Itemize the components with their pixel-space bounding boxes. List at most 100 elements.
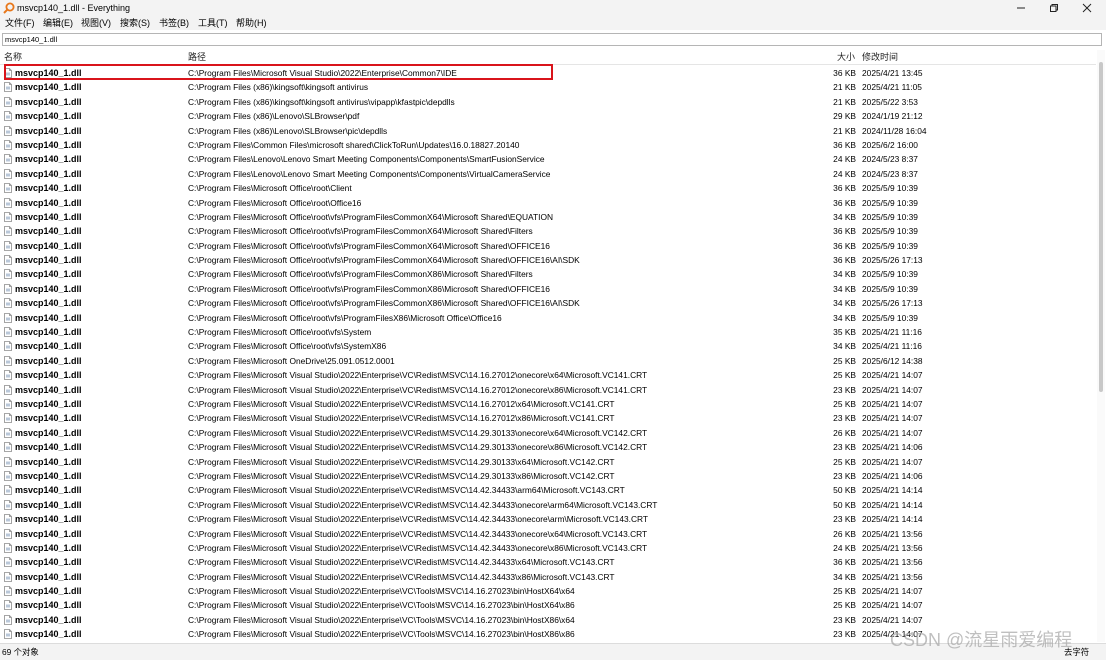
- file-size: 23 KB: [833, 514, 856, 525]
- file-path: C:\Program Files\Microsoft Visual Studio…: [188, 629, 575, 640]
- file-name: msvcp140_1.dll: [15, 82, 82, 93]
- table-row[interactable]: msvcp140_1.dll C:\Program Files\Microsoft…: [0, 512, 1096, 526]
- table-row[interactable]: msvcp140_1.dll C:\Program Files\Microsoft…: [0, 397, 1096, 411]
- close-button[interactable]: [1071, 0, 1103, 16]
- file-name: msvcp140_1.dll: [15, 629, 82, 640]
- file-modified: 2025/4/21 11:16: [862, 341, 922, 352]
- file-size: 36 KB: [833, 557, 856, 568]
- file-size: 36 KB: [833, 197, 856, 208]
- table-row[interactable]: msvcp140_1.dll C:\Program Files\Microsoft…: [0, 555, 1096, 569]
- table-row[interactable]: msvcp140_1.dll C:\Program Files\Microsoft…: [0, 239, 1096, 253]
- table-row[interactable]: msvcp140_1.dll C:\Program Files\Microsoft…: [0, 527, 1096, 541]
- table-row[interactable]: msvcp140_1.dll C:\Program Files\Microsoft…: [0, 181, 1096, 195]
- table-row[interactable]: msvcp140_1.dll C:\Program Files\Microsoft…: [0, 267, 1096, 281]
- menu-file[interactable]: 文件(F): [5, 17, 35, 29]
- table-row[interactable]: msvcp140_1.dll C:\Program Files\Microsoft…: [0, 598, 1096, 612]
- dll-file-icon: [4, 283, 12, 294]
- table-row[interactable]: msvcp140_1.dll C:\Program Files\Lenovo\Le…: [0, 167, 1096, 181]
- file-path: C:\Program Files\Microsoft Visual Studio…: [188, 398, 615, 409]
- table-row[interactable]: msvcp140_1.dll C:\Program Files (x86)\kin…: [0, 80, 1096, 94]
- column-header-path[interactable]: 路径: [188, 52, 206, 62]
- table-row[interactable]: msvcp140_1.dll C:\Program Files\Microsoft…: [0, 368, 1096, 382]
- file-name: msvcp140_1.dll: [15, 211, 82, 222]
- table-row[interactable]: msvcp140_1.dll C:\Program Files\Microsoft…: [0, 339, 1096, 353]
- table-row[interactable]: msvcp140_1.dll C:\Program Files\Microsoft…: [0, 282, 1096, 296]
- file-modified: 2025/4/21 14:07: [862, 427, 923, 438]
- file-name: msvcp140_1.dll: [15, 442, 82, 453]
- table-row[interactable]: msvcp140_1.dll C:\Program Files\Microsoft…: [0, 541, 1096, 555]
- table-row[interactable]: msvcp140_1.dll C:\Program Files\Microsoft…: [0, 411, 1096, 425]
- menu-tools[interactable]: 工具(T): [198, 17, 228, 29]
- file-modified: 2025/4/21 13:45: [862, 68, 923, 78]
- dll-file-icon: [4, 154, 12, 165]
- file-size: 25 KB: [833, 600, 856, 611]
- dll-file-icon: [4, 370, 12, 381]
- table-row[interactable]: msvcp140_1.dll C:\Program Files\Microsoft…: [0, 440, 1096, 454]
- column-header-modified[interactable]: 修改时间: [862, 52, 898, 62]
- menu-bar: 文件(F) 编辑(E) 视图(V) 搜索(S) 书签(B) 工具(T) 帮助(H…: [0, 16, 1106, 30]
- file-modified: 2025/6/2 16:00: [862, 139, 918, 150]
- file-name: msvcp140_1.dll: [15, 514, 82, 525]
- column-header-name[interactable]: 名称: [4, 52, 22, 62]
- table-row[interactable]: msvcp140_1.dll C:\Program Files (x86)\Len…: [0, 109, 1096, 123]
- menu-view[interactable]: 视图(V): [81, 17, 111, 29]
- maximize-button[interactable]: [1038, 0, 1070, 16]
- file-modified: 2025/5/9 10:39: [862, 197, 918, 208]
- dll-file-icon: [4, 614, 12, 625]
- table-row[interactable]: msvcp140_1.dll C:\Program Files\Microsoft…: [0, 210, 1096, 224]
- table-row[interactable]: msvcp140_1.dll C:\Program Files\Microsoft…: [0, 426, 1096, 440]
- table-row[interactable]: msvcp140_1.dll C:\Program Files\Microsoft…: [0, 325, 1096, 339]
- menu-bookmarks[interactable]: 书签(B): [159, 17, 189, 29]
- dll-file-icon: [4, 399, 12, 409]
- file-path: C:\Program Files\Microsoft Visual Studio…: [188, 557, 615, 568]
- file-modified: 2025/4/21 13:56: [862, 557, 923, 568]
- file-path: C:\Program Files\Microsoft Visual Studio…: [188, 68, 457, 78]
- file-size: 25 KB: [833, 355, 856, 366]
- dll-file-icon: [4, 514, 12, 525]
- everything-app-icon: [3, 2, 15, 14]
- table-row[interactable]: msvcp140_1.dll C:\Program Files\Microsoft…: [0, 253, 1096, 267]
- dll-file-icon: [4, 212, 12, 222]
- table-row[interactable]: msvcp140_1.dll C:\Program Files\Microsoft…: [0, 66, 1096, 80]
- column-header-size[interactable]: 大小: [837, 52, 855, 62]
- file-path: C:\Program Files\Microsoft Office\root\v…: [188, 226, 533, 237]
- file-path: C:\Program Files\Microsoft Visual Studio…: [188, 614, 575, 625]
- file-size: 25 KB: [833, 456, 856, 467]
- dll-file-icon: [4, 255, 12, 265]
- file-path: C:\Program Files\Microsoft Office\root\v…: [188, 327, 372, 338]
- menu-help[interactable]: 帮助(H): [236, 17, 267, 29]
- search-input[interactable]: [3, 34, 1105, 45]
- table-row[interactable]: msvcp140_1.dll C:\Program Files\Microsoft…: [0, 354, 1096, 368]
- table-row[interactable]: msvcp140_1.dll C:\Program Files\Microsoft…: [0, 196, 1096, 210]
- table-row[interactable]: msvcp140_1.dll C:\Program Files\Lenovo\Le…: [0, 152, 1096, 166]
- table-row[interactable]: msvcp140_1.dll C:\Program Files\Microsoft…: [0, 483, 1096, 497]
- file-modified: 2025/5/9 10:39: [862, 312, 918, 323]
- table-row[interactable]: msvcp140_1.dll C:\Program Files\Microsoft…: [0, 498, 1096, 512]
- menu-edit[interactable]: 编辑(E): [43, 17, 73, 29]
- minimize-button[interactable]: [1005, 0, 1037, 16]
- dll-file-icon: [4, 269, 12, 280]
- file-path: C:\Program Files\Microsoft Visual Studio…: [188, 514, 649, 525]
- file-path: C:\Program Files (x86)\Lenovo\SLBrowser\…: [188, 125, 388, 136]
- table-row[interactable]: msvcp140_1.dll C:\Program Files\Microsoft…: [0, 455, 1096, 469]
- table-row[interactable]: msvcp140_1.dll C:\Program Files\Microsoft…: [0, 224, 1096, 238]
- table-row[interactable]: msvcp140_1.dll C:\Program Files\Microsoft…: [0, 469, 1096, 483]
- menu-search[interactable]: 搜索(S): [120, 17, 150, 29]
- file-name: msvcp140_1.dll: [15, 168, 82, 179]
- scrollbar-thumb[interactable]: [1099, 62, 1103, 392]
- table-row[interactable]: msvcp140_1.dll C:\Program Files\Microsoft…: [0, 311, 1096, 325]
- table-row[interactable]: msvcp140_1.dll C:\Program Files (x86)\Len…: [0, 124, 1096, 138]
- table-row[interactable]: msvcp140_1.dll C:\Program Files\Microsoft…: [0, 383, 1096, 397]
- table-row[interactable]: msvcp140_1.dll C:\Program Files\Microsoft…: [0, 584, 1096, 598]
- file-path: C:\Program Files\Common Files\microsoft …: [188, 139, 520, 150]
- table-row[interactable]: msvcp140_1.dll C:\Program Files\Common Fi…: [0, 138, 1096, 152]
- table-row[interactable]: msvcp140_1.dll C:\Program Files\Microsoft…: [0, 570, 1096, 584]
- file-path: C:\Program Files\Lenovo\Lenovo Smart Mee…: [188, 154, 545, 165]
- search-box[interactable]: [2, 33, 1105, 46]
- table-row[interactable]: msvcp140_1.dll C:\Program Files (x86)\kin…: [0, 95, 1096, 109]
- table-row[interactable]: msvcp140_1.dll C:\Program Files\Microsoft…: [0, 296, 1096, 310]
- file-modified: 2025/4/21 11:05: [862, 82, 922, 93]
- file-path: C:\Program Files\Microsoft Visual Studio…: [188, 485, 625, 496]
- file-name: msvcp140_1.dll: [15, 240, 82, 251]
- dll-file-icon: [4, 197, 12, 208]
